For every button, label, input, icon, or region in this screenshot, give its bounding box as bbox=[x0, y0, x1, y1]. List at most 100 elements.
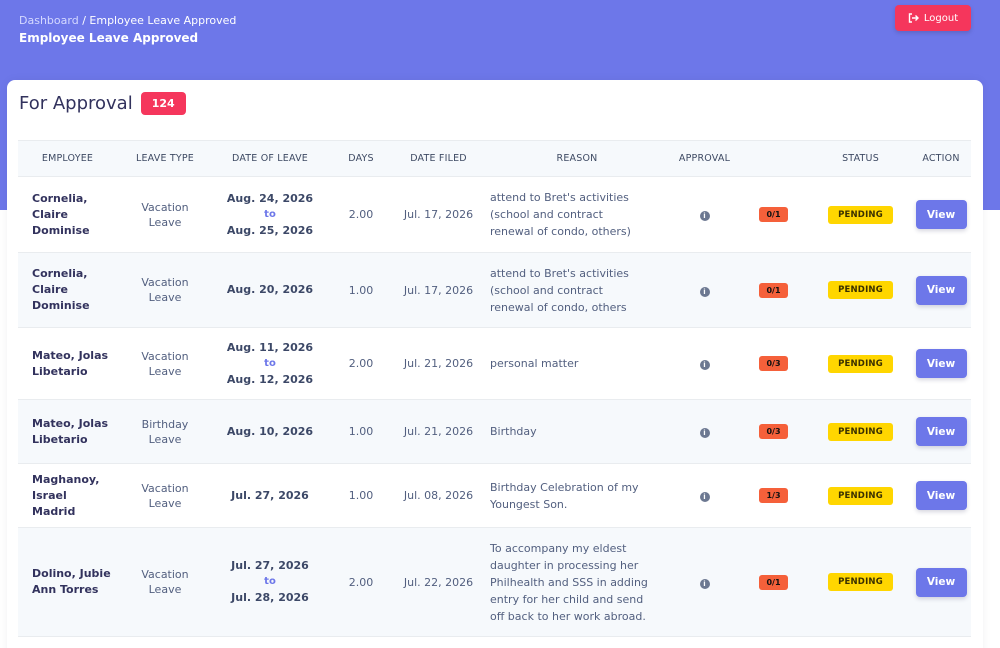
date-filed-cell: Jul. 17, 2026 bbox=[395, 176, 482, 253]
leave-type-line: Leave bbox=[148, 215, 182, 229]
column-header bbox=[737, 140, 810, 177]
date-of-leave-cell: Aug. 10, 2026 bbox=[213, 399, 327, 464]
view-button[interactable]: View bbox=[915, 417, 967, 446]
leave-date-to: Aug. 25, 2026 bbox=[226, 223, 314, 237]
employee-name-line: Israel Madrid bbox=[32, 488, 76, 518]
logout-label: Logout bbox=[923, 12, 959, 24]
column-header: STATUS bbox=[810, 140, 911, 177]
employee-name-line: Cornelia, bbox=[32, 267, 88, 280]
reason-line: To accompany my eldest bbox=[490, 541, 627, 555]
column-header: APPROVAL bbox=[672, 140, 737, 177]
status-cell: PENDING bbox=[810, 252, 911, 328]
column-header: REASON bbox=[482, 140, 672, 177]
view-button[interactable]: View bbox=[915, 349, 967, 378]
date-filed-cell: Jul. 08, 2026 bbox=[395, 463, 482, 528]
view-button[interactable]: View bbox=[915, 200, 967, 229]
leave-type-line: Leave bbox=[148, 364, 182, 378]
approval-ratio-badge: 0/1 bbox=[759, 282, 788, 298]
reason-cell: attend to Bret's activities (school and c… bbox=[482, 176, 672, 253]
info-icon[interactable]: i bbox=[699, 492, 710, 502]
reason-cell: attend to Bret's activities (school and c… bbox=[482, 252, 672, 328]
days-cell: 1.00 bbox=[327, 463, 395, 528]
leave-date-from: Aug. 11, 2026 bbox=[226, 340, 314, 354]
reason-line: Birthday Celebration of my bbox=[490, 480, 639, 494]
card-header: For Approval 124 bbox=[19, 92, 186, 115]
employee-name-line: Claire bbox=[32, 283, 68, 296]
approval-ratio-cell: 0/1 bbox=[737, 252, 810, 328]
leave-date-from: Aug. 24, 2026 bbox=[226, 191, 314, 205]
leave-date-to: Jul. 28, 2026 bbox=[231, 591, 309, 604]
leave-type-cell: Vacation Leave bbox=[117, 176, 213, 253]
column-header: DATE FILED bbox=[395, 140, 482, 177]
view-button[interactable]: View bbox=[915, 567, 967, 597]
employee-name-line: Cornelia, bbox=[32, 191, 88, 205]
date-filed-cell: Jul. 21, 2026 bbox=[395, 399, 482, 464]
reason-cell: Birthday Celebration of my Youngest Son. bbox=[482, 463, 672, 528]
status-badge: PENDING bbox=[828, 205, 893, 224]
leave-type-line: Vacation bbox=[141, 200, 189, 214]
reason-cell: personal matter bbox=[482, 327, 672, 400]
approval-ratio-cell: 0/3 bbox=[737, 327, 810, 400]
leave-date-from: Aug. 10, 2026 bbox=[226, 424, 314, 438]
reason-line: renewal of condo, others bbox=[490, 300, 627, 314]
employee-name-cell: Dolino, Jubie Ann Torres bbox=[18, 527, 117, 637]
status-badge: PENDING bbox=[828, 486, 893, 505]
view-button[interactable]: View bbox=[915, 481, 967, 510]
approval-ratio-badge: 0/1 bbox=[759, 574, 788, 590]
employee-name-cell: Mateo, Jolas Libetario bbox=[18, 327, 117, 400]
date-of-leave-cell: Jul. 27, 2026 bbox=[213, 463, 327, 528]
date-filed-cell: Jul. 17, 2026 bbox=[395, 252, 482, 328]
employee-name-line: Libetario bbox=[32, 364, 88, 378]
logout-button[interactable]: Logout bbox=[895, 5, 971, 31]
date-range-to: to bbox=[264, 576, 276, 587]
status-cell: PENDING bbox=[810, 527, 911, 637]
sign-out-icon bbox=[908, 13, 919, 23]
action-cell: View bbox=[911, 527, 971, 637]
status-badge: PENDING bbox=[828, 281, 893, 299]
action-cell: View bbox=[911, 399, 971, 464]
approval-ratio-cell: 0/3 bbox=[737, 399, 810, 464]
breadcrumb-dashboard-link[interactable]: Dashboard bbox=[19, 14, 79, 27]
column-header: EMPLOYEE bbox=[18, 140, 117, 177]
date-filed-cell: Jul. 21, 2026 bbox=[395, 327, 482, 400]
status-badge: PENDING bbox=[828, 354, 893, 373]
status-cell: PENDING bbox=[810, 399, 911, 464]
reason-cell: To accompany my eldest daughter in proces… bbox=[482, 527, 672, 637]
leave-table: EMPLOYEE LEAVE TYPE DATE OF LEAVE DAYS D… bbox=[18, 140, 971, 637]
view-button[interactable]: View bbox=[915, 275, 967, 305]
info-icon[interactable]: i bbox=[699, 360, 710, 370]
employee-name-cell: Mateo, Jolas Libetario bbox=[18, 399, 117, 464]
column-header: DATE OF LEAVE bbox=[213, 140, 327, 177]
date-of-leave-cell: Jul. 27, 2026 to Jul. 28, 2026 bbox=[213, 527, 327, 637]
table-row: Mateo, Jolas Libetario Birthday Leave Aug. 1… bbox=[18, 399, 971, 464]
table-row: Dolino, Jubie Ann Torres Vacation Leave Jul.… bbox=[18, 527, 971, 637]
approval-ratio-cell: 0/1 bbox=[737, 176, 810, 253]
reason-cell: Birthday bbox=[482, 399, 672, 464]
status-badge: PENDING bbox=[828, 422, 893, 441]
page-title: Employee Leave Approved bbox=[19, 31, 199, 45]
reason-line: Birthday bbox=[490, 425, 537, 438]
leave-type-line: Leave bbox=[148, 583, 182, 596]
leave-type-line: Vacation bbox=[141, 349, 189, 363]
leave-date-to: Aug. 12, 2026 bbox=[226, 372, 314, 386]
employee-name-line: Maghanoy, bbox=[32, 472, 100, 486]
reason-line: personal matter bbox=[490, 357, 579, 370]
approval-ratio-badge: 0/1 bbox=[759, 207, 788, 222]
approval-cell: i bbox=[672, 252, 737, 328]
info-icon[interactable]: i bbox=[699, 428, 710, 438]
reason-line: entry for her child and send bbox=[490, 592, 644, 606]
date-of-leave-cell: Aug. 24, 2026 to Aug. 25, 2026 bbox=[213, 176, 327, 253]
info-icon[interactable]: i bbox=[699, 578, 710, 589]
info-icon[interactable]: i bbox=[699, 211, 710, 221]
days-cell: 2.00 bbox=[327, 176, 395, 253]
employee-name-line: Dominise bbox=[32, 223, 90, 237]
table-row: Cornelia, Claire Dominise Vacation Leave Aug.… bbox=[18, 176, 971, 253]
breadcrumb-separator: / bbox=[82, 14, 86, 27]
approval-cell: i bbox=[672, 327, 737, 400]
table-body: Cornelia, Claire Dominise Vacation Leave Aug.… bbox=[18, 176, 971, 637]
info-icon[interactable]: i bbox=[699, 286, 710, 297]
employee-name-line: Ann Torres bbox=[32, 583, 99, 596]
leave-type-line: Leave bbox=[148, 496, 182, 510]
leave-type-cell: Birthday Leave bbox=[117, 399, 213, 464]
column-header: DAYS bbox=[327, 140, 395, 177]
